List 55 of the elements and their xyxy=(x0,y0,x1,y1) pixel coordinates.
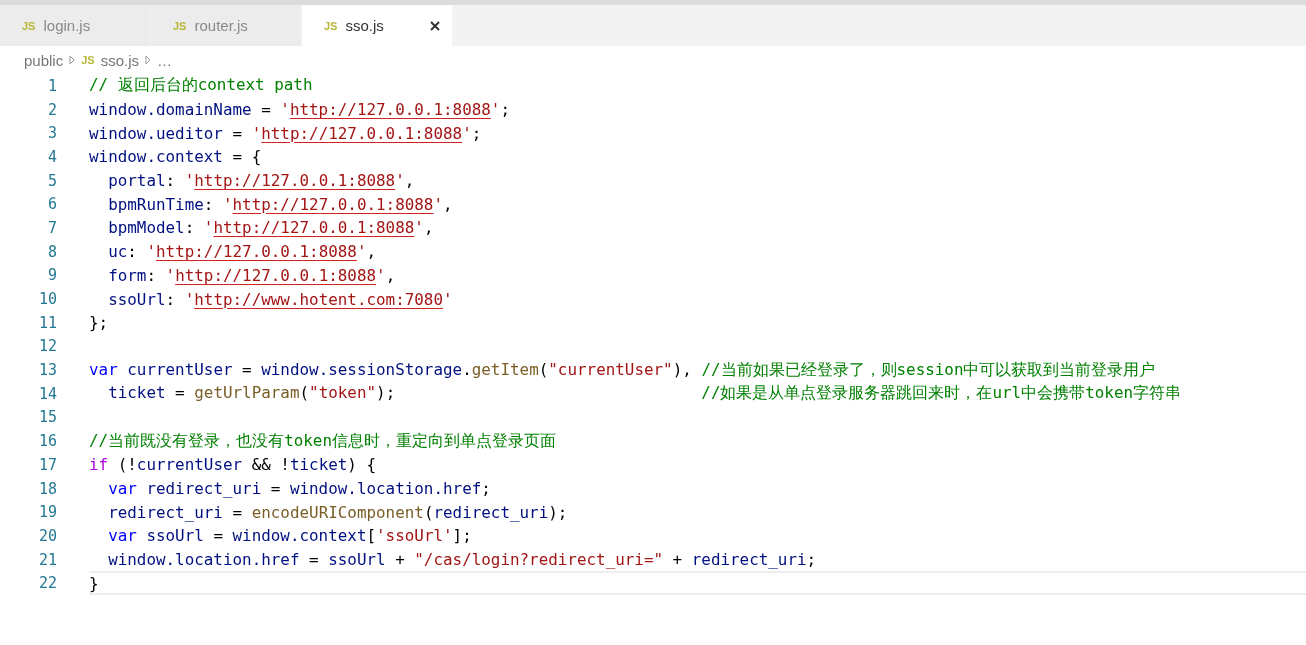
line-number: 8 xyxy=(46,242,57,261)
line-number: 2 xyxy=(46,100,57,119)
line-number: 21 xyxy=(37,550,57,569)
code-line: window.ueditor = 'http://127.0.0.1:8088'; xyxy=(89,123,482,143)
code-line: }; xyxy=(89,313,109,333)
line-number: 13 xyxy=(37,361,57,380)
line-number: 7 xyxy=(46,218,57,237)
breadcrumb-item[interactable]: … xyxy=(157,51,172,69)
close-icon[interactable] xyxy=(430,20,440,31)
code-line: // 返回后台的context path xyxy=(89,75,313,97)
line-number: 1 xyxy=(46,76,57,95)
line-number: 18 xyxy=(37,479,57,498)
line-number: 3 xyxy=(46,124,57,143)
code-line: var currentUser = window.sessionStorage.getItem("currentUser"), //当前如果已经登录了，则session中可以获取到当前登录用户 xyxy=(89,359,1156,381)
code-line: portal: 'http://127.0.0.1:8088', xyxy=(107,171,415,191)
code-line: window.location.href = ssoUrl + "/cas/login?redirect_uri=" + redirect_uri; xyxy=(107,550,817,570)
code-line: ticket = getUrlParam("token"); //如果是从单点登录服务器跳回来时，在url中会携带token字符串 xyxy=(107,383,1181,405)
code-line: form: 'http://127.0.0.1:8088', xyxy=(107,265,396,285)
code-line: bpmModel: 'http://127.0.0.1:8088', xyxy=(107,218,434,238)
chevron-icon xyxy=(145,55,151,65)
line-number: 4 xyxy=(46,147,57,166)
code-line: } xyxy=(89,573,99,593)
line-number: 19 xyxy=(37,503,57,522)
line-number: 15 xyxy=(37,408,57,427)
js-file-icon: JS xyxy=(81,54,95,66)
chevron-icon xyxy=(69,55,76,65)
code-line: bpmRunTime: 'http://127.0.0.1:8088', xyxy=(107,194,453,214)
line-number: 5 xyxy=(46,171,57,190)
editor-tab[interactable]: JS sso.js xyxy=(302,5,453,46)
code-line: //当前既没有登录，也没有token信息时，重定向到单点登录页面 xyxy=(89,430,556,452)
breadcrumb-item[interactable]: public xyxy=(24,51,64,69)
js-file-icon: JS xyxy=(22,19,36,32)
editor-tab[interactable]: JS router.js xyxy=(151,5,302,46)
line-number: 14 xyxy=(37,384,57,403)
line-number: 16 xyxy=(37,432,57,451)
code-line: uc: 'http://127.0.0.1:8088', xyxy=(107,242,377,262)
line-number: 6 xyxy=(46,195,57,214)
line-number: 20 xyxy=(37,526,57,545)
code-line: window.domainName = 'http://127.0.0.1:8088'; xyxy=(89,100,510,120)
code-line: window.context = { xyxy=(89,147,262,167)
code-line: var redirect_uri = window.location.href; xyxy=(107,479,491,499)
code-line: ssoUrl: 'http://www.hotent.com:7080' xyxy=(107,289,453,309)
editor-tab[interactable]: JS login.js xyxy=(0,5,151,46)
code-line: var ssoUrl = window.context['ssoUrl']; xyxy=(107,526,472,546)
line-number: 11 xyxy=(37,313,57,332)
breadcrumb-item[interactable]: sso.js xyxy=(100,51,139,69)
code-line: if (!currentUser && !ticket) { xyxy=(89,455,377,475)
line-number: 22 xyxy=(37,574,57,593)
line-number: 12 xyxy=(37,337,57,356)
js-file-icon: JS xyxy=(173,19,187,32)
code-line: redirect_uri = encodeURIComponent(redirect_uri); xyxy=(107,502,568,522)
line-number: 10 xyxy=(37,290,57,309)
line-number: 17 xyxy=(37,455,57,474)
line-number: 9 xyxy=(46,266,57,285)
js-file-icon: JS xyxy=(324,19,338,32)
